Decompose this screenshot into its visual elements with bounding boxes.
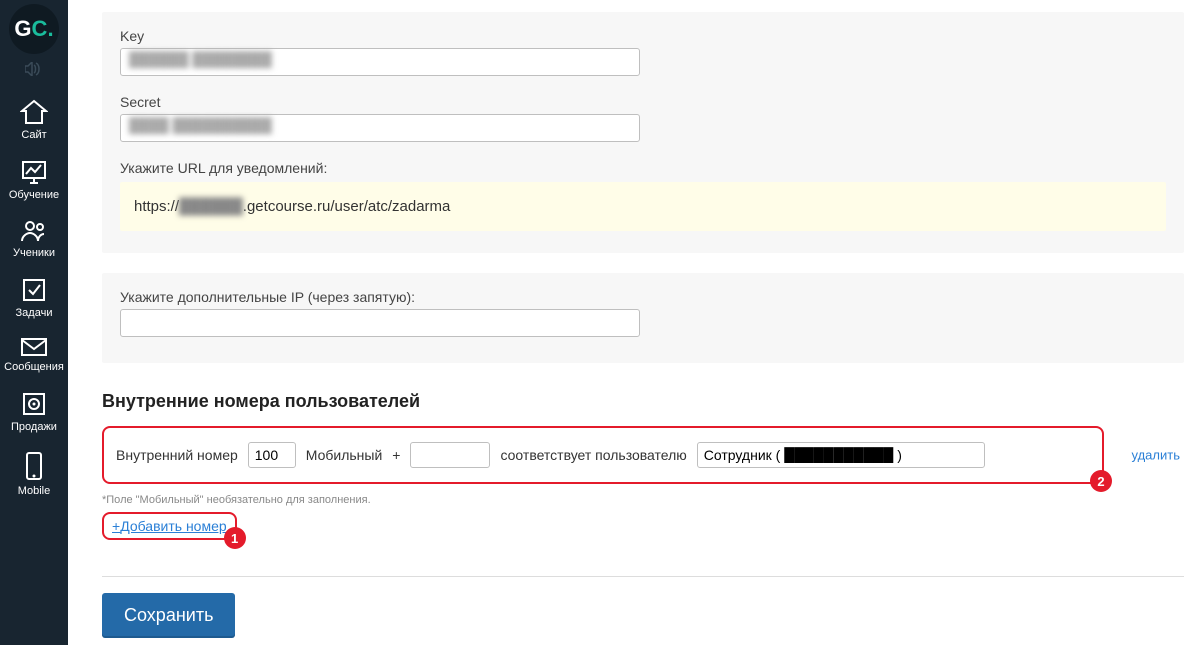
plus-icon: +: [112, 518, 120, 534]
main-content: Key ██████ ████████ Secret ████ ████████…: [68, 0, 1200, 645]
logo-g: G: [14, 16, 31, 42]
sidebar-label: Ученики: [13, 247, 55, 259]
sidebar-label: Обучение: [9, 189, 59, 201]
ip-input[interactable]: [120, 309, 640, 337]
user-input[interactable]: [697, 442, 985, 468]
save-button[interactable]: Сохранить: [102, 593, 235, 638]
phone-icon: [24, 451, 44, 481]
users-icon: [20, 219, 48, 243]
sidebar-item-sales[interactable]: Продажи: [0, 383, 68, 443]
check-icon: [21, 277, 47, 303]
sidebar-label: Задачи: [16, 307, 53, 319]
sidebar-item-tasks[interactable]: Задачи: [0, 269, 68, 329]
key-input[interactable]: ██████ ████████: [120, 48, 640, 76]
mobile-optional-note: *Поле "Мобильный" необязательно для запо…: [102, 494, 1184, 506]
sidebar-item-training[interactable]: Обучение: [0, 151, 68, 211]
safe-icon: [21, 391, 47, 417]
ip-label: Укажите дополнительные IP (через запятую…: [120, 289, 1166, 305]
key-value-hidden: ██████ ████████: [129, 51, 272, 67]
sidebar-label: Продажи: [11, 421, 57, 433]
sidebar-item-site[interactable]: Сайт: [0, 91, 68, 151]
mobile-input[interactable]: [410, 442, 490, 468]
sidebar-item-students[interactable]: Ученики: [0, 211, 68, 269]
add-number-callout: +Добавить номер 1: [102, 512, 237, 540]
sidebar-label: Сообщения: [4, 361, 64, 373]
sidebar-item-messages[interactable]: Сообщения: [0, 329, 68, 383]
callout-badge-2: 2: [1090, 470, 1112, 492]
add-number-label: Добавить номер: [120, 518, 226, 534]
delete-link[interactable]: удалить: [1132, 448, 1180, 463]
home-icon: [20, 99, 48, 125]
number-row: Внутренний номер Мобильный + соответству…: [102, 426, 1104, 484]
sidebar-label: Сайт: [21, 129, 46, 141]
secret-value-hidden: ████ ██████████: [129, 117, 272, 133]
url-hidden: ██████: [179, 198, 243, 215]
mail-icon: [20, 337, 48, 357]
callout-badge-1: 1: [224, 527, 246, 549]
mobile-prefix: +: [392, 447, 400, 463]
url-suffix: .getcourse.ru/user/atc/zadarma: [243, 198, 451, 215]
volume-icon[interactable]: [25, 62, 43, 81]
internal-number-label: Внутренний номер: [116, 447, 238, 463]
internal-number-input[interactable]: [248, 442, 296, 468]
logo-dot: .: [47, 16, 53, 42]
internal-numbers-title: Внутренние номера пользователей: [102, 391, 1184, 412]
add-number-link[interactable]: +Добавить номер: [112, 518, 227, 534]
mobile-label: Мобильный: [306, 447, 383, 463]
url-label: Укажите URL для уведомлений:: [120, 160, 1166, 176]
url-prefix: https://: [134, 198, 179, 215]
logo-c: C: [32, 16, 48, 42]
sidebar: GC. Сайт Обучение Ученики Задачи Сообщен…: [0, 0, 68, 645]
notification-url-box: https://██████.getcourse.ru/user/atc/zad…: [120, 182, 1166, 231]
key-label: Key: [120, 28, 1166, 44]
chart-icon: [20, 159, 48, 185]
sidebar-item-mobile[interactable]: Mobile: [0, 443, 68, 507]
separator: [102, 576, 1184, 577]
secret-input[interactable]: ████ ██████████: [120, 114, 640, 142]
logo[interactable]: GC.: [9, 4, 59, 54]
sidebar-label: Mobile: [18, 485, 50, 497]
secret-label: Secret: [120, 94, 1166, 110]
maps-to-label: соответствует пользователю: [500, 447, 686, 463]
